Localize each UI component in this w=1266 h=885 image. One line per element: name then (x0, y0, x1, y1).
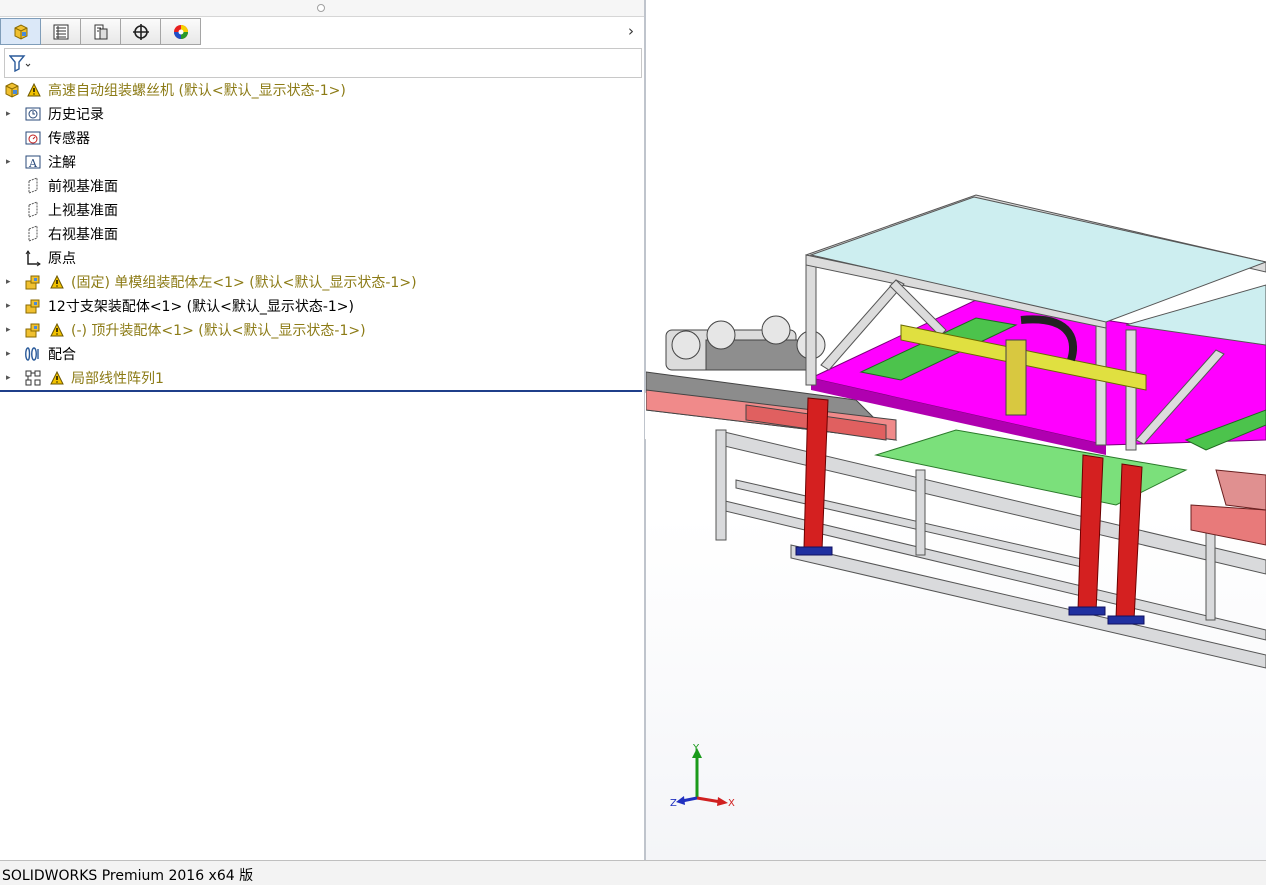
axis-triad: Y X Z (670, 743, 735, 809)
tree-root-label: 高速自动组装螺丝机 (默认<默认_显示状态-1>) (48, 83, 346, 99)
plane-icon (24, 177, 42, 195)
tree-item-subassembly-left[interactable]: ▸ (固定) 单模组装配体左<1> (默认<默认_显示状态-1>) (0, 270, 640, 294)
tree-item-label: 配合 (48, 347, 76, 363)
tree-item-label: 12寸支架装配体<1> (默认<默认_显示状态-1>) (48, 299, 354, 315)
graphics-viewport[interactable]: Y X Z (646, 0, 1266, 860)
tree-filter[interactable] (4, 48, 642, 78)
tree-item-top-plane[interactable]: 上视基准面 (0, 198, 640, 222)
origin-icon (24, 249, 42, 267)
grip-dot (317, 4, 325, 12)
panel-grip[interactable] (0, 0, 644, 17)
assembly-icon (3, 81, 21, 99)
chevron-right-icon[interactable]: › (628, 22, 634, 40)
tree-item-sensors[interactable]: 传感器 (0, 126, 640, 150)
tree-item-label: 注解 (48, 155, 76, 171)
tree-item-history[interactable]: ▸ 历史记录 (0, 102, 640, 126)
warning-icon (50, 371, 64, 385)
tree-item-lift-assembly[interactable]: ▸ (-) 顶升装配体<1> (默认<默认_显示状态-1>) (0, 318, 640, 342)
tree-item-mates[interactable]: ▸ 配合 (0, 342, 640, 366)
warning-icon (50, 323, 64, 337)
expand-arrow-icon[interactable]: ▸ (6, 157, 14, 167)
status-text: SOLIDWORKS Premium 2016 x64 版 (2, 868, 254, 884)
y-axis-label: Y (692, 743, 700, 754)
machine-model[interactable] (646, 0, 1266, 860)
tree-item-label: (固定) 单模组装配体左<1> (默认<默认_显示状态-1>) (71, 275, 417, 291)
display-manager-tab[interactable] (161, 18, 201, 45)
color-wheel-icon (173, 24, 188, 39)
z-axis-label: Z (670, 798, 677, 809)
feature-manager-panel: › 高速自动组装螺丝机 (默认<默认_显示状态-1>) ▸ 历史记录 传感器 ▸… (0, 0, 644, 860)
sensor-icon (24, 129, 42, 147)
expand-arrow-icon[interactable]: ▸ (6, 373, 14, 383)
assembly-icon (14, 23, 27, 40)
subassembly-icon (24, 321, 42, 339)
history-icon (24, 105, 42, 123)
expand-arrow-icon[interactable]: ▸ (6, 109, 14, 119)
tree-item-label: 历史记录 (48, 107, 104, 123)
tree-item-origin[interactable]: 原点 (0, 246, 640, 270)
tree-item-annotations[interactable]: ▸ A 注解 (0, 150, 640, 174)
tree-item-bracket-assembly[interactable]: ▸ 12寸支架装配体<1> (默认<默认_显示状态-1>) (0, 294, 640, 318)
property-manager-tab[interactable] (41, 18, 81, 45)
expand-arrow-icon[interactable]: ▸ (6, 325, 14, 335)
annotation-icon: A (24, 153, 42, 171)
manager-tabs (0, 18, 201, 45)
warning-icon (27, 83, 41, 97)
mates-icon (24, 345, 42, 363)
tree-item-front-plane[interactable]: 前视基准面 (0, 174, 640, 198)
rollback-bar[interactable] (0, 390, 642, 392)
tree-item-linear-pattern[interactable]: ▸ 局部线性阵列1 (0, 366, 640, 390)
dimxpert-manager-tab[interactable] (121, 18, 161, 45)
tree-root[interactable]: 高速自动组装螺丝机 (默认<默认_显示状态-1>) (0, 78, 640, 102)
tree-item-label: 传感器 (48, 131, 90, 147)
tree-item-label: 前视基准面 (48, 179, 118, 195)
subassembly-icon (24, 273, 42, 291)
feature-manager-tab[interactable] (0, 18, 41, 45)
tree-item-right-plane[interactable]: 右视基准面 (0, 222, 640, 246)
tree-item-label: 原点 (48, 251, 76, 267)
crosshair-icon (132, 23, 149, 40)
warning-icon (50, 275, 64, 289)
property-list-icon (53, 24, 68, 39)
x-axis-label: X (728, 798, 735, 809)
linear-pattern-icon (24, 369, 42, 387)
tree-item-label: 上视基准面 (48, 203, 118, 219)
svg-text:A: A (28, 157, 38, 170)
configuration-manager-tab[interactable] (81, 18, 121, 45)
filter-icon[interactable] (9, 54, 31, 72)
plane-icon (24, 201, 42, 219)
plane-icon (24, 225, 42, 243)
status-bar: SOLIDWORKS Premium 2016 x64 版 (0, 860, 1266, 885)
expand-arrow-icon[interactable]: ▸ (6, 301, 14, 311)
configuration-icon (94, 24, 107, 39)
x-axis-arrow (696, 796, 722, 804)
tree-item-label: 右视基准面 (48, 227, 118, 243)
expand-arrow-icon[interactable]: ▸ (6, 349, 14, 359)
tree-item-label: 局部线性阵列1 (71, 371, 164, 387)
expand-arrow-icon[interactable]: ▸ (6, 277, 14, 287)
subassembly-icon (24, 297, 42, 315)
tree-item-label: (-) 顶升装配体<1> (默认<默认_显示状态-1>) (71, 323, 366, 339)
